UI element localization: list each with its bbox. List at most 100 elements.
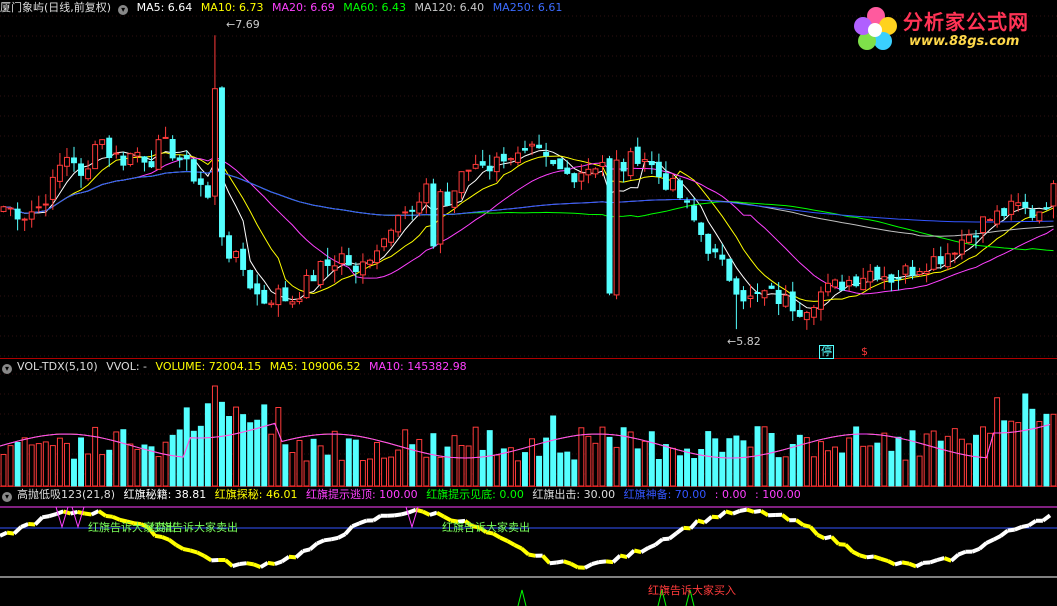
candle-body	[92, 144, 99, 170]
volume-bar	[395, 449, 402, 487]
indicator-header: ▾ 高抛低吸123(21,8) 红旗秘籍: 38.81 红旗探秘: 46.01 红…	[0, 487, 806, 503]
candle-body	[613, 159, 620, 296]
volume-bar	[437, 456, 444, 487]
volume-bar	[303, 460, 310, 487]
oscillator-segment	[739, 507, 748, 513]
volume-bar	[951, 428, 958, 487]
volume-bar	[35, 443, 42, 487]
volume-bar	[1008, 420, 1015, 487]
volume-bar	[782, 456, 789, 487]
oscillator-segment	[358, 518, 368, 526]
candle-body	[747, 295, 754, 300]
oscillator-segment	[252, 562, 262, 569]
oscillator-segment	[196, 550, 206, 558]
volume-bar	[197, 425, 204, 487]
volume-bar	[289, 452, 296, 487]
oscillator-segment	[1007, 527, 1015, 533]
candle-body	[874, 266, 881, 280]
candle-body	[909, 266, 916, 276]
vol-indicator-name[interactable]: VOL-TDX(5,10)	[17, 360, 98, 373]
candle-body	[782, 294, 789, 307]
candle-body	[35, 206, 42, 209]
oscillator-segment	[569, 561, 579, 570]
candle-body	[726, 258, 733, 281]
candle-body	[578, 172, 585, 182]
oscillator-segment	[429, 510, 438, 517]
dropdown-icon[interactable]: ▾	[2, 364, 12, 374]
oscillator-segment	[746, 507, 755, 514]
volume-bar	[500, 448, 507, 487]
oscillator-segment	[689, 519, 700, 530]
candle-body	[134, 151, 141, 157]
volume-bar	[275, 406, 282, 487]
volume-bar	[825, 450, 831, 487]
oscillator-segment	[1041, 513, 1052, 523]
candle-body	[451, 190, 458, 208]
candle-body	[599, 161, 606, 167]
candle-body	[944, 253, 951, 268]
oscillator-segment	[239, 561, 247, 566]
candle-body	[472, 163, 479, 169]
oscillator-segment	[421, 509, 431, 517]
candle-body	[719, 254, 726, 260]
volume-bar	[578, 427, 585, 487]
candle-body	[430, 183, 437, 247]
volume-bar	[42, 441, 49, 487]
vol-ma5-label: MA5: 109006.52	[269, 360, 361, 373]
candle-body	[176, 157, 183, 161]
volume-bar	[726, 438, 733, 487]
logo-url: www.88gs.com	[909, 34, 1020, 49]
indicator-name[interactable]: 高抛低吸123(21,8)	[17, 488, 115, 501]
oscillator-segment	[231, 562, 241, 569]
volume-bar	[740, 440, 747, 487]
volume-bar	[7, 445, 14, 487]
candle-body	[42, 203, 49, 206]
volume-bar	[712, 438, 719, 487]
oscillator-segment	[90, 509, 100, 517]
oscillator-segment	[866, 554, 875, 560]
volume-bar	[296, 439, 303, 487]
candle-body	[853, 276, 860, 287]
oscillator-segment	[838, 542, 846, 547]
volume-bar	[1022, 393, 1029, 487]
oscillator-segment	[77, 509, 86, 516]
volume-bar	[331, 430, 338, 487]
oscillator-segment	[922, 560, 931, 565]
oscillator-segment	[759, 509, 770, 518]
candle-body	[437, 191, 444, 245]
volume-bar	[705, 431, 712, 487]
oscillator-segment	[308, 541, 319, 551]
volume-bar	[71, 458, 77, 487]
oscillator-segment	[978, 541, 988, 551]
oscillator-segment	[499, 535, 509, 543]
low-price-label: 5.82	[736, 335, 761, 348]
candle-body	[14, 208, 21, 220]
oscillator-segment	[167, 538, 178, 547]
volume-bar	[148, 446, 155, 487]
high-price-label: 7.69	[235, 18, 260, 31]
candle-body	[825, 282, 831, 293]
volume-bar	[902, 459, 909, 487]
buy-arrow-icon	[517, 589, 527, 606]
volume-header: ▾ VOL-TDX(5,10) VVOL: - VOLUME: 72004.15 …	[0, 359, 472, 375]
oscillator-segment	[394, 512, 403, 518]
oscillator-segment	[528, 552, 536, 558]
dropdown-icon[interactable]: ▾	[118, 5, 129, 15]
candle-body	[282, 287, 289, 302]
oscillator-segment	[725, 509, 734, 516]
candle-body	[183, 154, 190, 160]
dropdown-icon[interactable]: ▾	[2, 492, 12, 502]
candle-body	[240, 248, 247, 270]
candle-body	[226, 235, 232, 259]
value1-label: : 0.00	[714, 488, 747, 501]
stock-title[interactable]: 厦门象屿(日线,前复权)	[0, 1, 111, 14]
candle-body	[113, 152, 120, 155]
oscillator-segment	[880, 556, 889, 563]
volume-bar	[550, 415, 557, 487]
oscillator-segment	[611, 554, 622, 564]
oscillator-segment	[887, 559, 896, 567]
candle-body	[331, 265, 338, 271]
sell-signal-2: 红旗告诉大家卖出	[150, 521, 238, 534]
volume-bar	[423, 456, 430, 487]
oscillator-segment	[901, 560, 910, 566]
